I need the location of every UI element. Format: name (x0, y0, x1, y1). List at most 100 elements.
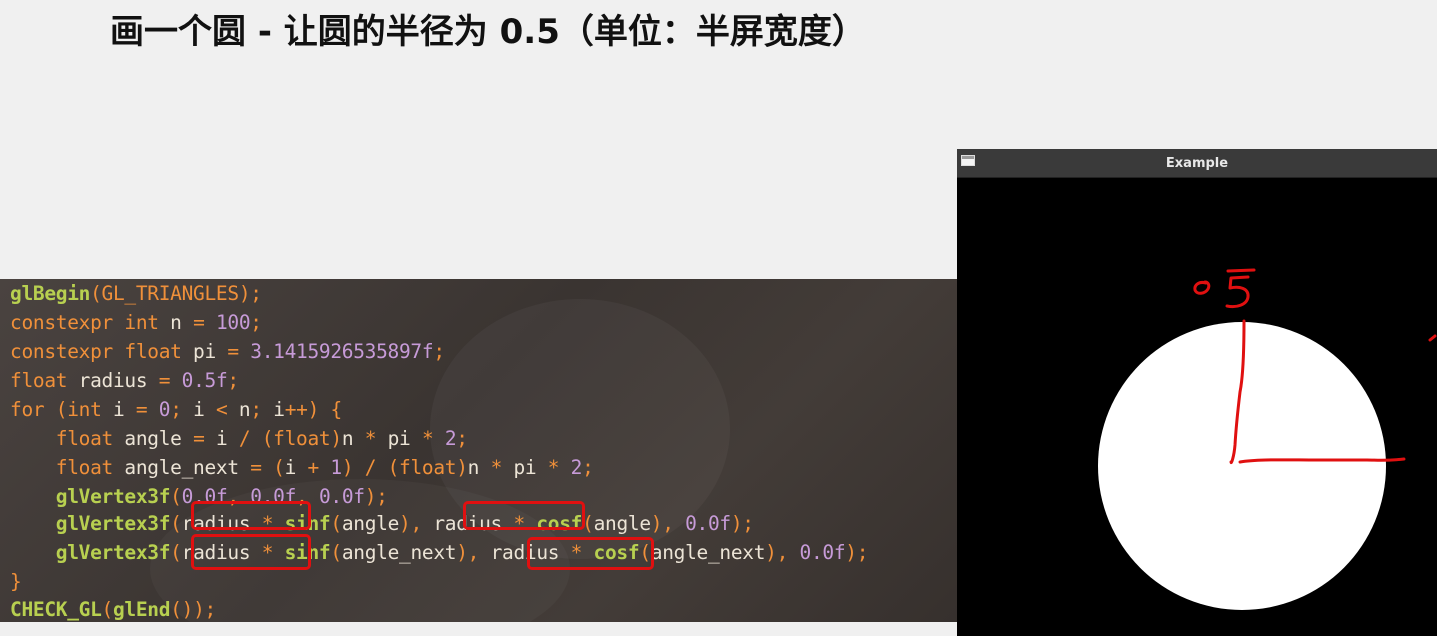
code-token: 0.5f (170, 369, 228, 392)
code-token: ) / ( (341, 456, 400, 479)
code-token: glVertex3f (10, 512, 171, 535)
code-token: angle (341, 512, 400, 535)
code-token: angle_next (650, 541, 766, 564)
code-line: CHECK_GL(glEnd()); (10, 595, 216, 622)
code-token: float (10, 369, 68, 392)
code-token: for (10, 398, 45, 421)
code-token: CHECK_GL (10, 598, 102, 621)
code-line: constexpr int n = 100; (10, 308, 262, 337)
code-token: n (467, 456, 491, 479)
code-token: ), (765, 541, 800, 564)
code-token: 2 (559, 456, 583, 479)
code-token: ; (250, 398, 262, 421)
code-token: ), (399, 512, 434, 535)
code-line: float radius = 0.5f; (10, 366, 239, 395)
code-line: float angle = i / (float)n * pi * 2; (10, 424, 468, 453)
code-token: angle_next (341, 541, 457, 564)
code-token: } (10, 570, 22, 593)
code-token: * (421, 427, 434, 450)
code-token: ; (433, 340, 445, 363)
code-token: ; (456, 427, 468, 450)
code-token: ++) { (284, 398, 343, 421)
code-token: < (216, 398, 228, 421)
code-token: glVertex3f (10, 541, 171, 564)
code-token: constexpr float (10, 340, 182, 363)
code-token: float (10, 456, 114, 479)
code-token: 0.0f (799, 541, 846, 564)
code-token: n (341, 427, 365, 450)
code-token: 0 (147, 398, 171, 421)
code-token: float (10, 427, 114, 450)
window-title: Example (1165, 156, 1229, 171)
code-token: ; (250, 311, 262, 334)
code-line: float angle_next = (i + 1) / (float)n * … (10, 453, 594, 482)
code-token: ), (650, 512, 686, 535)
code-token: i (181, 398, 216, 421)
code-token: n (158, 311, 194, 334)
code-token: ( (101, 598, 114, 621)
code-token: 0.0f (318, 485, 365, 508)
code-token: ); (364, 485, 388, 508)
code-token: ( (44, 398, 68, 421)
code-token: * (364, 427, 377, 450)
code-token: radius (67, 369, 159, 392)
code-token: pi (181, 340, 228, 363)
highlight-box-radius-3 (191, 534, 311, 570)
code-token: constexpr int (10, 311, 159, 334)
code-token: (GL_TRIANGLES); (90, 282, 262, 305)
code-token: = (193, 311, 205, 334)
code-token: angle_next (112, 456, 251, 479)
code-token: * (490, 456, 503, 479)
code-token: ( (170, 512, 182, 535)
highlight-box-radius-1 (191, 501, 311, 530)
code-token: ; (582, 456, 594, 479)
code-token: 3.1415926535897f (238, 340, 434, 363)
code-token: int (67, 398, 102, 421)
annotation-five (1225, 275, 1250, 309)
code-token: i (284, 456, 308, 479)
code-token: angle (112, 427, 194, 450)
code-token: = (135, 398, 148, 421)
code-line: } (10, 567, 22, 596)
code-token: ), (456, 541, 491, 564)
code-token: i (261, 398, 285, 421)
code-token: pi (376, 427, 422, 450)
code-token: ); (845, 541, 869, 564)
annotation-edge-mark (1428, 334, 1437, 342)
slide-title: 画一个圆 - 让圆的半径为 0.5（单位：半屏宽度） (110, 12, 866, 52)
annotation-zero (1193, 280, 1211, 295)
code-token: glEnd (112, 598, 171, 621)
code-token: * (547, 456, 560, 479)
example-window[interactable]: Example 05 (957, 149, 1437, 636)
code-token: = (158, 369, 171, 392)
code-token: 0.0f (685, 512, 731, 535)
code-token: i (204, 427, 239, 450)
code-token: 2 (433, 427, 457, 450)
code-token: 100 (204, 311, 251, 334)
code-token: ( (330, 512, 342, 535)
code-token: = ( (250, 456, 285, 479)
render-canvas: 05 (1098, 268, 1437, 610)
code-line: glVertex3f(radius * sinf(angle_next), ra… (10, 538, 869, 567)
code-token: i (101, 398, 136, 421)
code-token: 1 (318, 456, 342, 479)
code-token: = (193, 427, 205, 450)
code-line: glBegin(GL_TRIANGLES); (10, 279, 262, 308)
code-line: for (int i = 0; i < n; i++) { (10, 395, 342, 424)
code-token: glVertex3f (10, 485, 171, 508)
code-token: ) (456, 456, 468, 479)
code-token: float (399, 456, 457, 479)
code-panel: glBegin(GL_TRIANGLES); constexpr int n = … (0, 279, 962, 622)
code-token: n (227, 398, 251, 421)
code-line: constexpr float pi = 3.1415926535897f; (10, 337, 445, 366)
highlight-box-radius-4 (527, 537, 654, 570)
code-token: ); (730, 512, 754, 535)
highlight-box-radius-2 (463, 501, 585, 530)
code-token: ) (330, 427, 342, 450)
annotation-label: 05 (1227, 296, 1229, 298)
code-token: angle (593, 512, 652, 535)
window-titlebar[interactable]: Example (957, 149, 1437, 178)
code-token: ( (170, 485, 182, 508)
code-token: ; (170, 398, 182, 421)
code-token: ; (227, 369, 239, 392)
